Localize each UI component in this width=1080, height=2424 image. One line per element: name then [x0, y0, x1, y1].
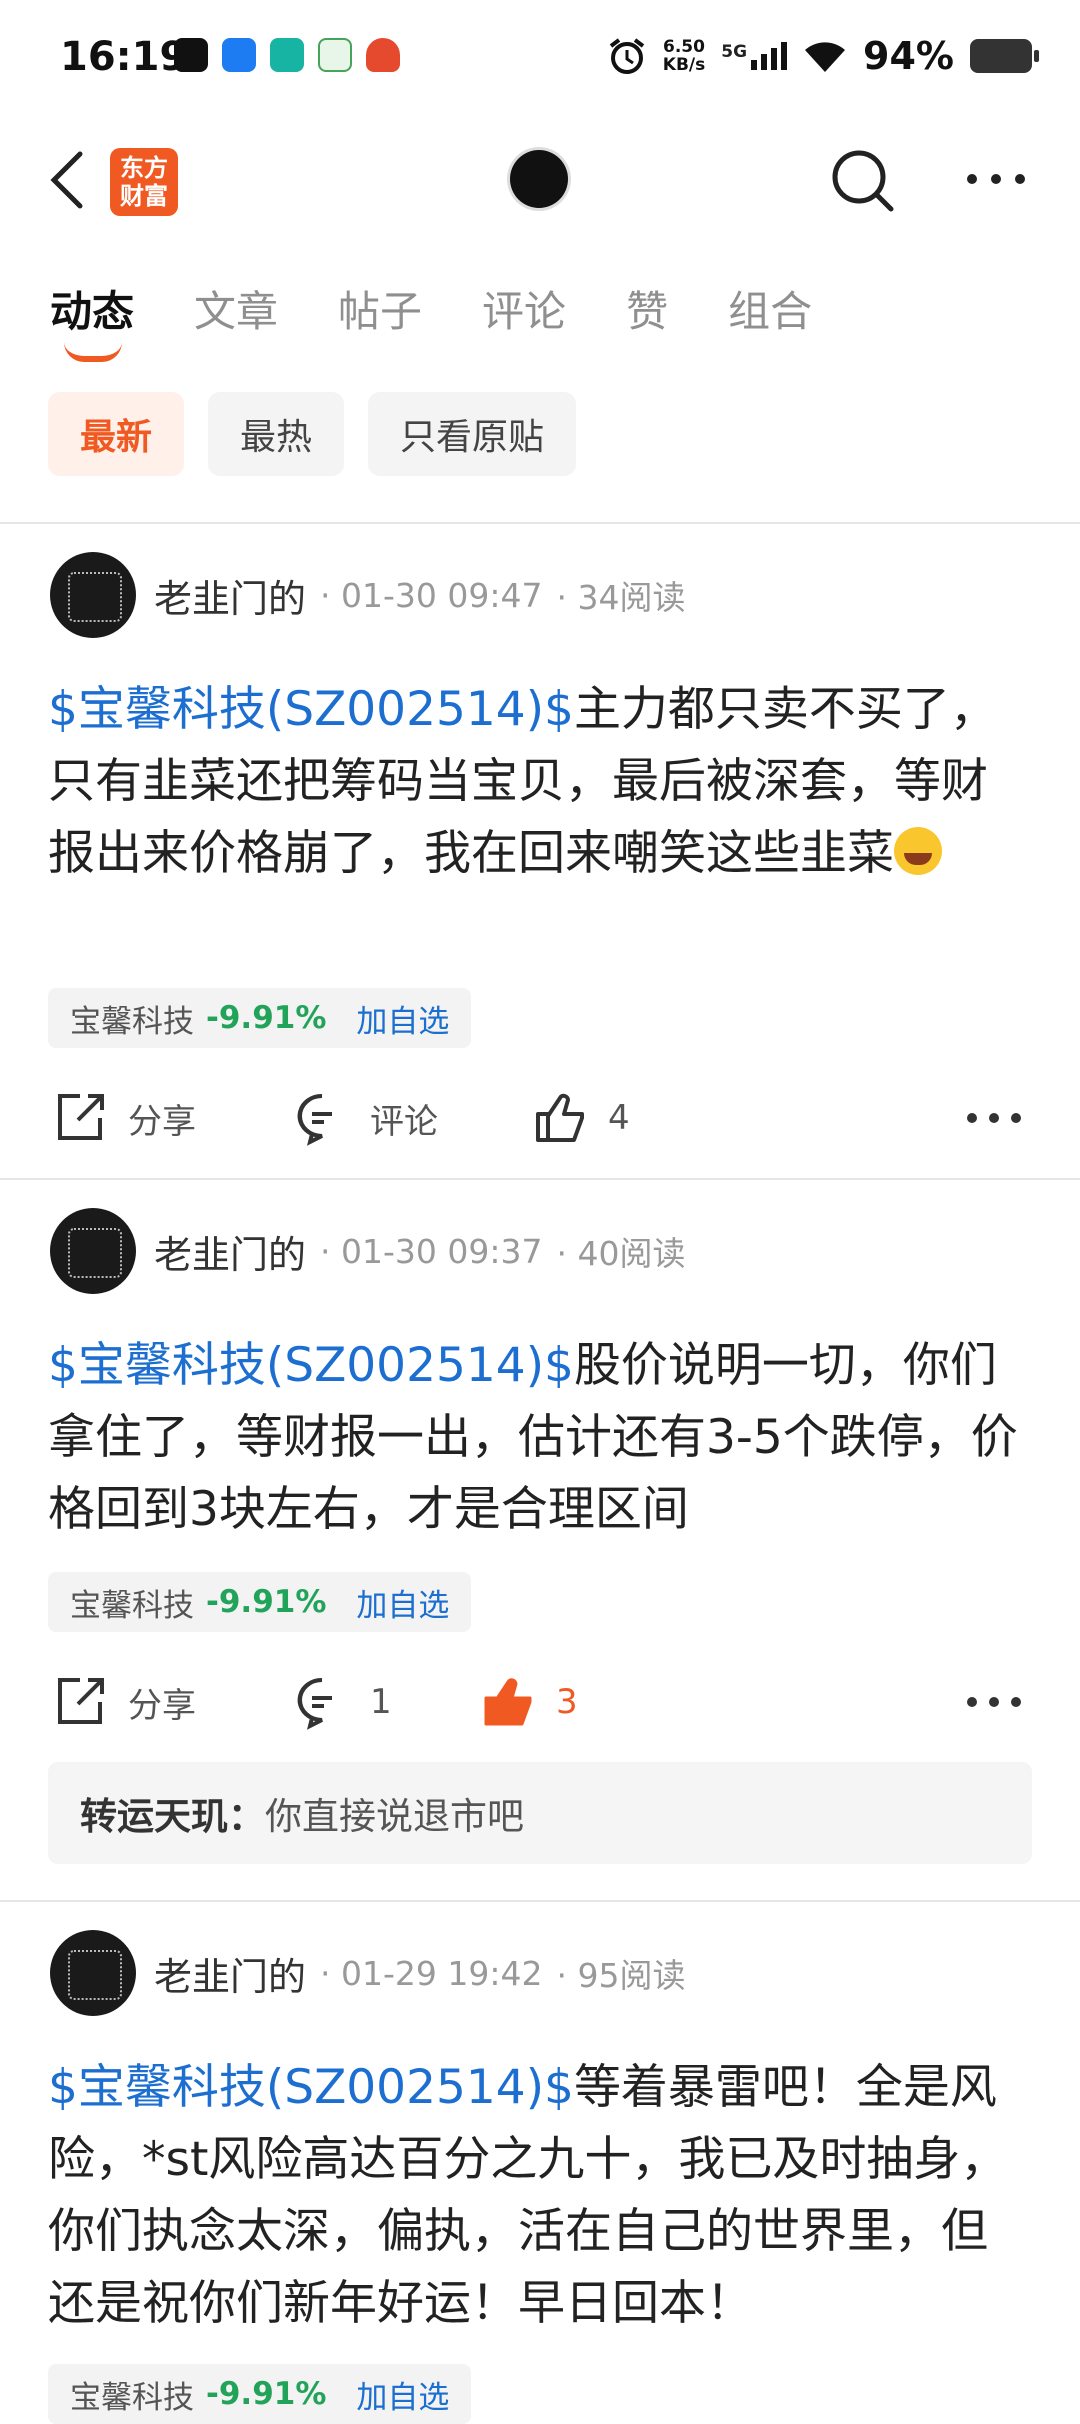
active-tab-indicator — [64, 342, 122, 362]
search-icon[interactable] — [830, 148, 896, 214]
add-watchlist-button[interactable]: 加自选 — [356, 996, 449, 1041]
post-time: · 01-30 09:47 — [320, 575, 543, 615]
tab-dynamic[interactable]: 动态 — [50, 278, 134, 362]
alarm-icon — [609, 38, 644, 74]
filter-chips: 最新 最热 只看原贴 — [48, 392, 577, 476]
music-app-icon — [174, 38, 208, 72]
more-options-icon[interactable] — [966, 1692, 1022, 1712]
filter-original-only[interactable]: 只看原贴 — [368, 392, 577, 476]
post-time: · 01-29 19:42 — [320, 1953, 543, 1993]
post-actions: 分享 1 3 — [50, 1674, 1030, 1746]
read-count: · 34阅读 — [556, 578, 686, 617]
stock-tag[interactable]: 宝馨科技 -9.91% 加自选 — [48, 1572, 472, 1632]
filter-hot[interactable]: 最热 — [208, 392, 345, 476]
more-icon[interactable] — [964, 164, 1028, 194]
comment-button[interactable]: 1 — [294, 1674, 392, 1730]
share-icon — [58, 1678, 104, 1724]
stock-link[interactable]: $宝馨科技(SZ002514)$ — [48, 2060, 574, 2115]
author-avatar[interactable] — [50, 1208, 136, 1294]
post-card[interactable]: 老韭门的 · 01-29 19:42 · 95阅读 $宝馨科技(SZ002514… — [0, 1902, 1080, 2424]
tag-stock-name: 宝馨科技 — [70, 2379, 194, 2416]
status-bar: 16:19 6.50 KB/s 5G 94% — [0, 0, 1080, 120]
stock-link[interactable]: $宝馨科技(SZ002514)$ — [48, 682, 574, 737]
reply-author[interactable]: 转运天玑： — [80, 1786, 265, 1840]
post-header: 老韭门的 · 01-30 09:47 · 34阅读 — [50, 552, 685, 638]
comment-icon — [297, 1093, 332, 1146]
read-count: · 95阅读 — [556, 1956, 686, 1995]
comment-button[interactable]: 评论 — [294, 1090, 438, 1146]
battery-percent: 94% — [863, 34, 954, 78]
stock-tag[interactable]: 宝馨科技 -9.91% 加自选 — [48, 988, 472, 1048]
add-watchlist-button[interactable]: 加自选 — [356, 1580, 449, 1625]
add-watchlist-button[interactable]: 加自选 — [356, 2372, 449, 2417]
share-button[interactable]: 分享 — [52, 1674, 196, 1730]
post-content[interactable]: $宝馨科技(SZ002514)$主力都只卖不买了，只有韭菜还把筹码当宝贝，最后被… — [48, 674, 1032, 890]
green-app-icon — [318, 38, 352, 72]
profile-avatar[interactable] — [510, 150, 568, 208]
tab-portfolio[interactable]: 组合 — [728, 278, 812, 339]
author-name[interactable]: 老韭门的 — [154, 568, 306, 623]
signal-icon: 5G — [721, 42, 788, 70]
tag-change-percent: -9.91% — [206, 1000, 327, 1036]
top-nav: 东方 财富 — [0, 120, 1080, 240]
chat-app-icon — [222, 38, 256, 72]
tab-articles[interactable]: 文章 — [194, 278, 278, 339]
tag-change-percent: -9.91% — [206, 1584, 327, 1620]
author-avatar[interactable] — [50, 552, 136, 638]
tab-likes[interactable]: 赞 — [626, 278, 668, 339]
post-actions: 分享 评论 4 — [50, 1090, 1030, 1162]
wifi-icon — [805, 42, 846, 72]
tag-stock-name: 宝馨科技 — [70, 1587, 194, 1624]
red-app-icon — [366, 38, 400, 72]
reply-text: 你直接说退市吧 — [265, 1795, 524, 1838]
thumbs-up-icon — [536, 1093, 584, 1142]
notification-icons — [174, 38, 400, 72]
thumbs-up-filled-icon — [484, 1678, 532, 1726]
stock-tag[interactable]: 宝馨科技 -9.91% 加自选 — [48, 2364, 472, 2424]
more-options-icon[interactable] — [966, 1108, 1022, 1128]
status-time: 16:19 — [60, 34, 188, 80]
speed-value: 6.50 — [663, 37, 705, 57]
read-count: · 40阅读 — [556, 1234, 686, 1273]
filter-latest[interactable]: 最新 — [48, 392, 185, 476]
stock-link[interactable]: $宝馨科技(SZ002514)$ — [48, 1338, 574, 1393]
back-icon[interactable] — [44, 148, 92, 212]
profile-tabs: 动态 文章 帖子 评论 赞 组合 — [50, 278, 872, 362]
post-card[interactable]: 老韭门的 · 01-30 09:47 · 34阅读 $宝馨科技(SZ002514… — [0, 524, 1080, 1178]
post-content[interactable]: $宝馨科技(SZ002514)$股价说明一切，你们拿住了，等财报一出，估计还有3… — [48, 1330, 1032, 1546]
tab-posts[interactable]: 帖子 — [338, 278, 422, 339]
post-header: 老韭门的 · 01-30 09:37 · 40阅读 — [50, 1208, 685, 1294]
reply-preview[interactable]: 转运天玑： 你直接说退市吧 — [48, 1762, 1032, 1864]
post-header: 老韭门的 · 01-29 19:42 · 95阅读 — [50, 1930, 685, 2016]
author-avatar[interactable] — [50, 1930, 136, 2016]
tag-stock-name: 宝馨科技 — [70, 1003, 194, 1040]
author-name[interactable]: 老韭门的 — [154, 1224, 306, 1279]
tab-comments[interactable]: 评论 — [482, 278, 566, 339]
post-time: · 01-30 09:37 — [320, 1231, 543, 1271]
author-name[interactable]: 老韭门的 — [154, 1946, 306, 2001]
share-button[interactable]: 分享 — [52, 1090, 196, 1146]
post-card[interactable]: 老韭门的 · 01-30 09:37 · 40阅读 $宝馨科技(SZ002514… — [0, 1180, 1080, 1900]
brand-logo[interactable]: 东方 财富 — [110, 148, 178, 216]
like-button[interactable]: 4 — [532, 1090, 630, 1146]
battery-icon — [970, 39, 1039, 73]
network-type: 5G — [721, 42, 748, 62]
post-content[interactable]: $宝馨科技(SZ002514)$等着暴雷吧！全是风险，*st风险高达百分之九十，… — [48, 2052, 1032, 2340]
like-button[interactable]: 3 — [480, 1674, 578, 1730]
network-speed: 6.50 KB/s — [663, 38, 705, 74]
tag-change-percent: -9.91% — [206, 2376, 327, 2412]
comment-icon — [297, 1677, 332, 1730]
laughing-emoji-icon — [894, 827, 942, 875]
speed-unit: KB/s — [662, 55, 706, 75]
share-icon — [58, 1094, 104, 1140]
store-app-icon — [270, 38, 304, 72]
